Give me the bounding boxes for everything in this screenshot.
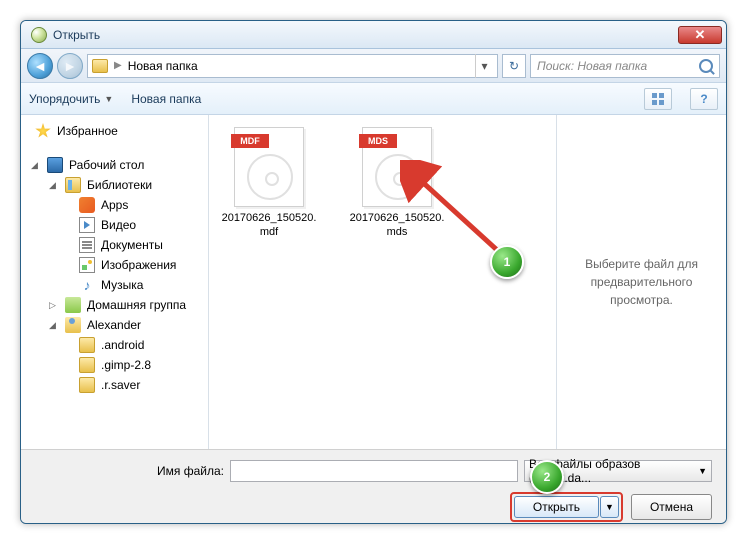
- sidebar-music[interactable]: ♪ Музыка: [21, 275, 208, 295]
- view-options-button[interactable]: [644, 88, 672, 110]
- file-thumbnail: MDS: [362, 127, 432, 207]
- file-item-mdf[interactable]: MDF 20170626_150520.mdf: [221, 127, 317, 240]
- tree-toggle-icon[interactable]: ▷: [49, 300, 59, 311]
- help-button[interactable]: ?: [690, 88, 718, 110]
- cancel-button[interactable]: Отмена: [631, 494, 712, 520]
- titlebar: Открыть ✕: [21, 21, 726, 49]
- file-badge: MDF: [231, 134, 269, 148]
- music-icon: ♪: [79, 277, 95, 293]
- breadcrumb-separator: ▶: [114, 60, 122, 71]
- file-label: 20170626_150520.mdf: [221, 211, 317, 240]
- libraries-icon: [65, 177, 81, 193]
- search-icon: [699, 59, 713, 73]
- newfolder-button[interactable]: Новая папка: [131, 92, 201, 106]
- dialog-body: Избранное ◢ Рабочий стол ◢ Библиотеки Ap…: [21, 115, 726, 449]
- sidebar-folder-rsaver[interactable]: .r.saver: [21, 375, 208, 395]
- filename-label: Имя файла:: [157, 464, 224, 478]
- sidebar-desktop[interactable]: ◢ Рабочий стол: [21, 155, 208, 175]
- sidebar-homegroup[interactable]: ▷ Домашняя группа: [21, 295, 208, 315]
- apps-icon: [79, 197, 95, 213]
- chevron-down-icon: ▼: [698, 466, 707, 476]
- search-input[interactable]: Поиск: Новая папка: [530, 54, 720, 78]
- sidebar-user[interactable]: ◢ Alexander: [21, 315, 208, 335]
- back-button[interactable]: ◄: [27, 53, 53, 79]
- sidebar-folder-android[interactable]: .android: [21, 335, 208, 355]
- disc-icon: [31, 27, 47, 43]
- forward-button[interactable]: ►: [57, 53, 83, 79]
- folder-icon: [79, 337, 95, 353]
- sidebar-favorites[interactable]: Избранное: [21, 121, 208, 141]
- preview-pane: Выберите файл для предварительного просм…: [556, 115, 726, 449]
- toolbar: Упорядочить▼ Новая папка ?: [21, 83, 726, 115]
- address-dropdown[interactable]: ▾: [475, 54, 493, 78]
- disc-icon: [247, 154, 293, 200]
- tree-toggle-icon[interactable]: ◢: [49, 320, 59, 331]
- refresh-button[interactable]: ↻: [502, 54, 526, 78]
- homegroup-icon: [65, 297, 81, 313]
- close-button[interactable]: ✕: [678, 26, 722, 44]
- sidebar-video[interactable]: Видео: [21, 215, 208, 235]
- sidebar-apps[interactable]: Apps: [21, 195, 208, 215]
- file-label: 20170626_150520.mds: [349, 211, 445, 240]
- sidebar-images[interactable]: Изображения: [21, 255, 208, 275]
- search-placeholder: Поиск: Новая папка: [537, 59, 647, 73]
- open-button-dropdown[interactable]: ▼: [600, 496, 619, 518]
- file-badge: MDS: [359, 134, 397, 148]
- navigation-bar: ◄ ► ▶ Новая папка ▾ ↻ Поиск: Новая папка: [21, 49, 726, 83]
- file-pane[interactable]: MDF 20170626_150520.mdf MDS 20170626_150…: [209, 115, 556, 449]
- documents-icon: [79, 237, 95, 253]
- filename-input[interactable]: [230, 460, 518, 482]
- sidebar-documents[interactable]: Документы: [21, 235, 208, 255]
- bottom-bar: Имя файла: Все файлы образов (*.iso;*.da…: [21, 449, 726, 524]
- disc-icon: [375, 154, 421, 200]
- sidebar-libraries[interactable]: ◢ Библиотеки: [21, 175, 208, 195]
- video-icon: [79, 217, 95, 233]
- open-dialog: Открыть ✕ ◄ ► ▶ Новая папка ▾ ↻ Поиск: Н…: [20, 20, 727, 524]
- folder-icon: [79, 377, 95, 393]
- file-thumbnail: MDF: [234, 127, 304, 207]
- images-icon: [79, 257, 95, 273]
- open-button[interactable]: Открыть: [514, 496, 599, 518]
- filetype-filter[interactable]: Все файлы образов (*.iso;*.da... ▼: [524, 460, 712, 482]
- file-item-mds[interactable]: MDS 20170626_150520.mds: [349, 127, 445, 240]
- folder-icon: [79, 357, 95, 373]
- open-button-highlight: Открыть ▼: [510, 492, 623, 522]
- organize-button[interactable]: Упорядочить▼: [29, 92, 113, 106]
- tree-toggle-icon[interactable]: ◢: [49, 180, 59, 191]
- address-bar[interactable]: ▶ Новая папка ▾: [87, 54, 498, 78]
- sidebar: Избранное ◢ Рабочий стол ◢ Библиотеки Ap…: [21, 115, 209, 449]
- breadcrumb-current[interactable]: Новая папка: [128, 59, 198, 73]
- folder-icon: [92, 59, 108, 73]
- desktop-icon: [47, 157, 63, 173]
- sidebar-folder-gimp[interactable]: .gimp-2.8: [21, 355, 208, 375]
- preview-text: Выберите файл для предварительного просм…: [569, 255, 714, 309]
- star-icon: [35, 123, 51, 139]
- window-title: Открыть: [53, 28, 100, 42]
- user-icon: [65, 317, 81, 333]
- tree-toggle-icon[interactable]: ◢: [31, 160, 41, 171]
